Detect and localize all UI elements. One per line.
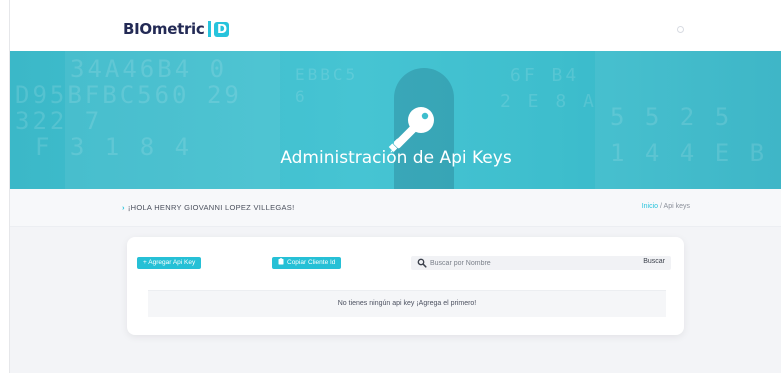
breadcrumb: Inicio / Api keys xyxy=(642,203,690,210)
breadcrumb-current: Api keys xyxy=(663,203,690,210)
search-bar: Buscar xyxy=(411,256,671,270)
clipboard-icon xyxy=(278,258,284,265)
hero-deco-text: 6F B4 xyxy=(510,65,580,86)
menu-icon[interactable] xyxy=(677,26,684,33)
copy-client-id-label: Copiar Cliente Id xyxy=(287,259,336,266)
hero-deco-text: D95BFBC560 29 xyxy=(15,81,242,109)
hero-deco-text: 34A46B4 0 xyxy=(70,55,228,83)
page-title: Administración de Api Keys xyxy=(280,148,512,168)
chevron-right-icon: › xyxy=(122,203,125,212)
greeting-text: ¡HOLA HENRY GIOVANNI LOPEZ VILLEGAS! xyxy=(127,203,295,212)
top-navbar: BIOmetric D xyxy=(10,0,781,51)
api-keys-card: + Agregar Api Key Copiar Cliente Id Busc… xyxy=(127,237,684,335)
search-icon xyxy=(417,258,427,268)
hero-deco-text: 322 7 xyxy=(15,107,103,135)
app-frame: BIOmetric D 34A46B4 0 D95BFBC560 29 322 … xyxy=(9,0,781,373)
brand-name: BIOmetric xyxy=(123,20,205,38)
greeting: › ¡HOLA HENRY GIOVANNI LOPEZ VILLEGAS! xyxy=(122,203,295,212)
search-input[interactable] xyxy=(430,257,600,269)
brand-separator xyxy=(208,21,212,37)
hero-deco-text: 5 5 2 5 xyxy=(610,103,733,131)
brand-logo[interactable]: BIOmetric D xyxy=(123,20,230,38)
search-button[interactable]: Buscar xyxy=(643,258,665,265)
hero-deco-text: 6 xyxy=(295,87,308,106)
greeting-bar: › ¡HOLA HENRY GIOVANNI LOPEZ VILLEGAS! In… xyxy=(10,189,781,227)
hero-deco-text: 2 E 8 A xyxy=(500,91,597,112)
copy-client-id-button[interactable]: Copiar Cliente Id xyxy=(272,257,342,269)
breadcrumb-home[interactable]: Inicio xyxy=(642,203,658,210)
empty-state-message: No tienes ningún api key ¡Agrega el prim… xyxy=(148,290,666,317)
breadcrumb-separator: / xyxy=(660,203,662,210)
hero-deco-text: EBBC5 xyxy=(295,65,359,84)
add-api-key-button[interactable]: + Agregar Api Key xyxy=(137,257,202,269)
hero-banner: 34A46B4 0 D95BFBC560 29 322 7 F 3 1 8 4 … xyxy=(10,51,781,189)
brand-id-badge: D xyxy=(214,21,230,37)
